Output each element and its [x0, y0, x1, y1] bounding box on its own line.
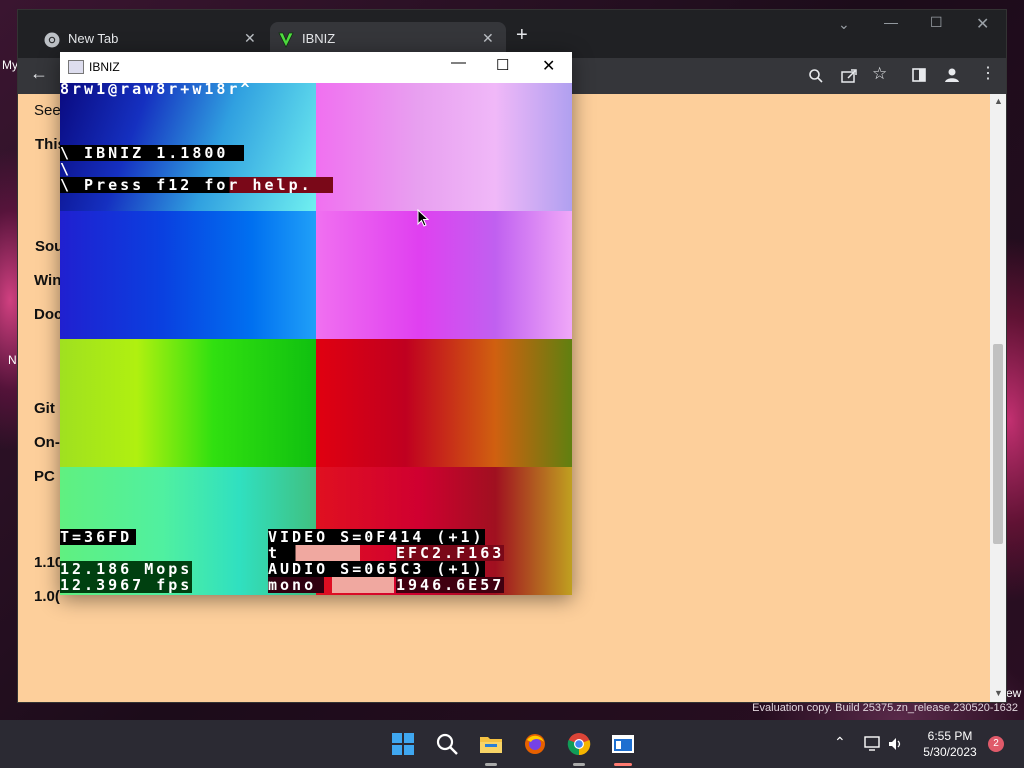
video-value: EFC2.F163 [396, 544, 505, 562]
volume-icon[interactable] [888, 736, 904, 752]
maximize-icon[interactable]: ☐ [930, 14, 943, 31]
tab-title: IBNIZ [302, 31, 336, 46]
desktop-label: My [2, 58, 18, 72]
page-text: Git [34, 400, 55, 417]
maximize-icon[interactable]: ☐ [496, 56, 509, 74]
audio-status: AUDIO S=065C3 (+1) [268, 560, 485, 578]
taskbar: ⌃ 6:55 PM 5/30/2023 2 [0, 720, 1024, 768]
page-text: Doc [34, 306, 63, 323]
windows-start-icon[interactable] [391, 732, 415, 756]
new-tab-button[interactable]: + [516, 24, 528, 47]
help-line: \ Press f12 for help. [60, 177, 333, 193]
close-window-icon[interactable]: ✕ [542, 56, 555, 76]
minimize-icon[interactable]: — [451, 54, 466, 71]
render-block [60, 339, 316, 467]
menu-icon[interactable]: ⋮ [980, 63, 996, 83]
ibniz-titlebar[interactable]: IBNIZ — ☐ ✕ [60, 52, 572, 83]
version-line: \ IBNIZ 1.1800 [60, 145, 245, 161]
audio-level [332, 577, 394, 593]
render-block [316, 211, 572, 339]
close-window-icon[interactable]: ✕ [976, 14, 989, 34]
ibniz-window: IBNIZ — ☐ ✕ 8rw1@raw8r+w18r^ \ IBNIZ 1.1… [60, 52, 572, 595]
active-indicator [614, 763, 632, 766]
window-title: IBNIZ [89, 60, 120, 74]
search-icon[interactable] [435, 732, 459, 756]
page-text: Win [34, 272, 62, 289]
render-block [60, 211, 316, 339]
minimize-icon[interactable]: — [884, 14, 898, 30]
back-icon[interactable]: ← [30, 63, 48, 84]
chevron-up-icon[interactable]: ⌃ [834, 734, 846, 751]
comment-line: \ [60, 160, 73, 178]
profile-icon[interactable] [944, 67, 960, 83]
close-icon[interactable]: ✕ [482, 30, 494, 47]
clock-date[interactable]: 5/30/2023 [918, 745, 982, 759]
fps-readout: 12.3967 fps [60, 576, 193, 594]
mops-readout: 12.186 Mops [60, 560, 193, 578]
app-icon [68, 60, 84, 74]
page-text: See [34, 102, 61, 119]
file-explorer-icon[interactable] [479, 732, 503, 756]
page-text: 1.0( [34, 588, 60, 605]
star-icon[interactable]: ☆ [872, 64, 887, 84]
evaluation-watermark: Evaluation copy. Build 25375.zn_release.… [752, 702, 1018, 714]
scroll-thumb[interactable] [993, 344, 1003, 544]
scroll-up-icon[interactable]: ▲ [994, 96, 1003, 106]
search-icon[interactable] [808, 68, 824, 84]
page-scrollbar[interactable]: ▲ ▼ [990, 94, 1006, 702]
running-indicator [485, 763, 497, 766]
chrome-icon [44, 32, 60, 48]
audio-value: 1946.6E57 [396, 576, 505, 594]
notification-badge[interactable]: 2 [988, 736, 1004, 752]
page-text: 1.10 [34, 554, 64, 571]
t-line: t [268, 545, 361, 561]
mono-line: mono [268, 577, 325, 593]
chrome-icon[interactable] [567, 732, 591, 756]
scroll-down-icon[interactable]: ▼ [994, 688, 1003, 698]
mouse-cursor-icon [417, 209, 429, 227]
time-counter: T=36FD [60, 529, 137, 545]
desktop-label: ew [1006, 686, 1022, 700]
share-icon[interactable] [840, 67, 858, 85]
chevron-down-icon[interactable]: ⌄ [838, 16, 850, 33]
tab-title: New Tab [68, 31, 119, 46]
ibniz-render-canvas[interactable]: 8rw1@raw8r+w18r^ \ IBNIZ 1.1800 \ \ Pres… [60, 83, 572, 595]
firefox-icon[interactable] [523, 732, 547, 756]
sidebar-icon[interactable] [912, 68, 926, 82]
code-line: 8rw1@raw8r+w18r^ [60, 83, 253, 98]
render-block [316, 339, 572, 467]
video-status: VIDEO S=0F414 (+1) [268, 528, 485, 546]
clock-time[interactable]: 6:55 PM [922, 729, 978, 743]
ibniz-logo-icon [278, 32, 294, 48]
network-icon[interactable] [864, 736, 882, 752]
close-icon[interactable]: ✕ [244, 30, 256, 47]
render-block [316, 83, 572, 211]
page-text: On- [34, 434, 60, 451]
tab-strip: New Tab ✕ IBNIZ ✕ + ⌄ — ☐ ✕ [18, 10, 1006, 58]
desktop-label: N [8, 353, 17, 367]
page-text: PC [34, 468, 55, 485]
ibniz-app-icon[interactable] [611, 732, 635, 756]
running-indicator [573, 763, 585, 766]
